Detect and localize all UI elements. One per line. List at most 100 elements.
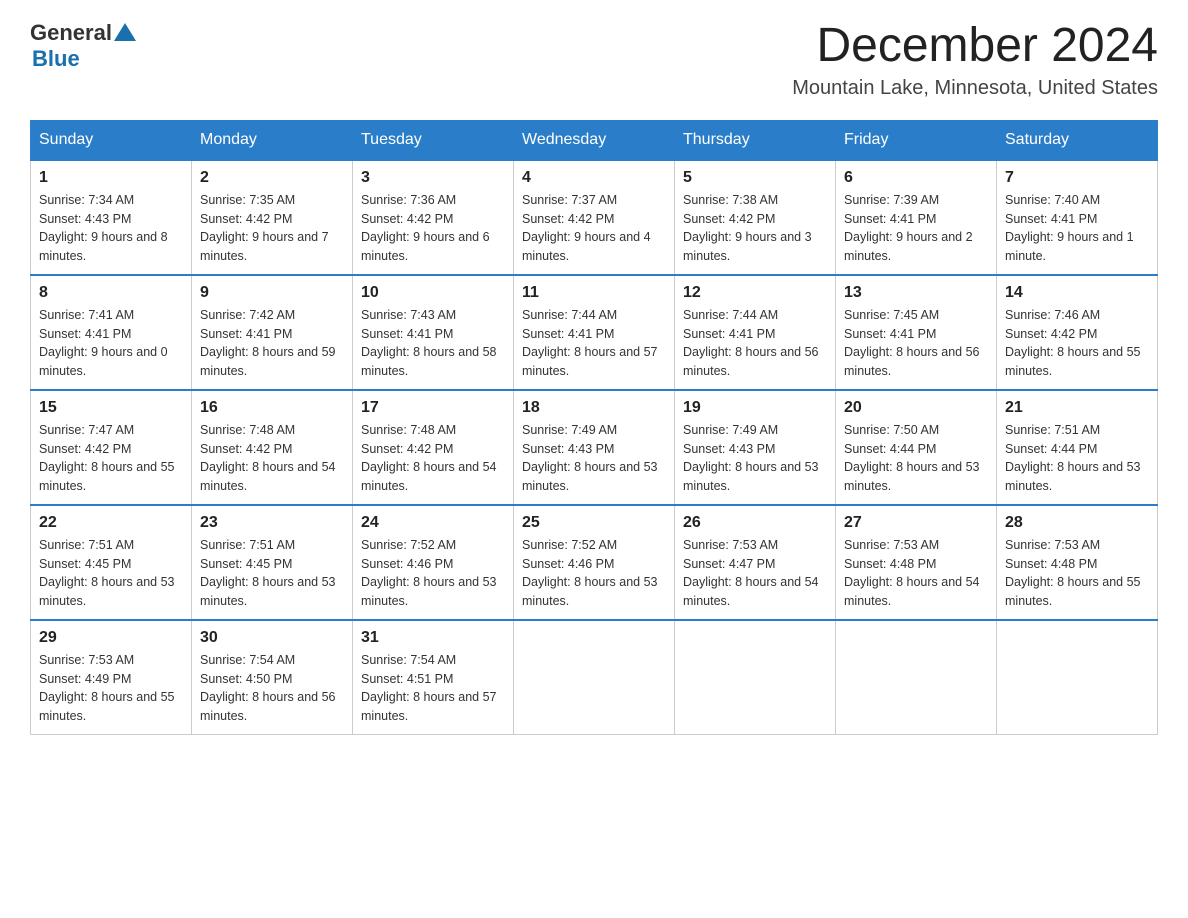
- calendar-week-row: 1 Sunrise: 7:34 AMSunset: 4:43 PMDayligh…: [31, 160, 1158, 275]
- day-info: Sunrise: 7:35 AMSunset: 4:42 PMDaylight:…: [200, 191, 344, 266]
- day-number: 23: [200, 514, 344, 532]
- calendar-table: SundayMondayTuesdayWednesdayThursdayFrid…: [30, 120, 1158, 735]
- day-number: 28: [1005, 514, 1149, 532]
- day-info: Sunrise: 7:52 AMSunset: 4:46 PMDaylight:…: [361, 536, 505, 611]
- calendar-cell: [514, 620, 675, 735]
- day-header-tuesday: Tuesday: [353, 120, 514, 160]
- day-info: Sunrise: 7:39 AMSunset: 4:41 PMDaylight:…: [844, 191, 988, 266]
- day-number: 29: [39, 629, 183, 647]
- day-header-friday: Friday: [836, 120, 997, 160]
- day-info: Sunrise: 7:42 AMSunset: 4:41 PMDaylight:…: [200, 306, 344, 381]
- calendar-cell: 16 Sunrise: 7:48 AMSunset: 4:42 PMDaylig…: [192, 390, 353, 505]
- calendar-cell: 10 Sunrise: 7:43 AMSunset: 4:41 PMDaylig…: [353, 275, 514, 390]
- calendar-cell: 4 Sunrise: 7:37 AMSunset: 4:42 PMDayligh…: [514, 160, 675, 275]
- calendar-cell: 12 Sunrise: 7:44 AMSunset: 4:41 PMDaylig…: [675, 275, 836, 390]
- calendar-cell: 28 Sunrise: 7:53 AMSunset: 4:48 PMDaylig…: [997, 505, 1158, 620]
- day-number: 4: [522, 169, 666, 187]
- day-info: Sunrise: 7:54 AMSunset: 4:51 PMDaylight:…: [361, 651, 505, 726]
- day-header-saturday: Saturday: [997, 120, 1158, 160]
- day-info: Sunrise: 7:51 AMSunset: 4:44 PMDaylight:…: [1005, 421, 1149, 496]
- calendar-cell: 24 Sunrise: 7:52 AMSunset: 4:46 PMDaylig…: [353, 505, 514, 620]
- logo-triangle-icon: [114, 21, 136, 43]
- calendar-cell: 8 Sunrise: 7:41 AMSunset: 4:41 PMDayligh…: [31, 275, 192, 390]
- day-info: Sunrise: 7:54 AMSunset: 4:50 PMDaylight:…: [200, 651, 344, 726]
- day-number: 2: [200, 169, 344, 187]
- calendar-cell: 20 Sunrise: 7:50 AMSunset: 4:44 PMDaylig…: [836, 390, 997, 505]
- calendar-cell: [836, 620, 997, 735]
- day-info: Sunrise: 7:40 AMSunset: 4:41 PMDaylight:…: [1005, 191, 1149, 266]
- day-info: Sunrise: 7:49 AMSunset: 4:43 PMDaylight:…: [683, 421, 827, 496]
- calendar-cell: 3 Sunrise: 7:36 AMSunset: 4:42 PMDayligh…: [353, 160, 514, 275]
- day-info: Sunrise: 7:49 AMSunset: 4:43 PMDaylight:…: [522, 421, 666, 496]
- title-section: December 2024 Mountain Lake, Minnesota, …: [792, 20, 1158, 100]
- day-info: Sunrise: 7:43 AMSunset: 4:41 PMDaylight:…: [361, 306, 505, 381]
- day-info: Sunrise: 7:50 AMSunset: 4:44 PMDaylight:…: [844, 421, 988, 496]
- calendar-week-row: 29 Sunrise: 7:53 AMSunset: 4:49 PMDaylig…: [31, 620, 1158, 735]
- page-header: General Blue December 2024 Mountain Lake…: [30, 20, 1158, 100]
- calendar-cell: 21 Sunrise: 7:51 AMSunset: 4:44 PMDaylig…: [997, 390, 1158, 505]
- day-info: Sunrise: 7:46 AMSunset: 4:42 PMDaylight:…: [1005, 306, 1149, 381]
- day-info: Sunrise: 7:51 AMSunset: 4:45 PMDaylight:…: [200, 536, 344, 611]
- calendar-cell: 2 Sunrise: 7:35 AMSunset: 4:42 PMDayligh…: [192, 160, 353, 275]
- day-number: 19: [683, 399, 827, 417]
- calendar-cell: [675, 620, 836, 735]
- day-number: 7: [1005, 169, 1149, 187]
- calendar-cell: 1 Sunrise: 7:34 AMSunset: 4:43 PMDayligh…: [31, 160, 192, 275]
- day-number: 18: [522, 399, 666, 417]
- day-number: 26: [683, 514, 827, 532]
- calendar-cell: 26 Sunrise: 7:53 AMSunset: 4:47 PMDaylig…: [675, 505, 836, 620]
- day-info: Sunrise: 7:48 AMSunset: 4:42 PMDaylight:…: [361, 421, 505, 496]
- day-number: 9: [200, 284, 344, 302]
- day-info: Sunrise: 7:36 AMSunset: 4:42 PMDaylight:…: [361, 191, 505, 266]
- logo-general: General: [30, 20, 112, 46]
- day-info: Sunrise: 7:38 AMSunset: 4:42 PMDaylight:…: [683, 191, 827, 266]
- day-header-sunday: Sunday: [31, 120, 192, 160]
- calendar-cell: 11 Sunrise: 7:44 AMSunset: 4:41 PMDaylig…: [514, 275, 675, 390]
- logo-blue: Blue: [32, 46, 136, 72]
- day-info: Sunrise: 7:51 AMSunset: 4:45 PMDaylight:…: [39, 536, 183, 611]
- calendar-cell: 27 Sunrise: 7:53 AMSunset: 4:48 PMDaylig…: [836, 505, 997, 620]
- calendar-cell: 18 Sunrise: 7:49 AMSunset: 4:43 PMDaylig…: [514, 390, 675, 505]
- day-number: 25: [522, 514, 666, 532]
- day-info: Sunrise: 7:53 AMSunset: 4:48 PMDaylight:…: [1005, 536, 1149, 611]
- calendar-cell: [997, 620, 1158, 735]
- day-info: Sunrise: 7:47 AMSunset: 4:42 PMDaylight:…: [39, 421, 183, 496]
- calendar-cell: 13 Sunrise: 7:45 AMSunset: 4:41 PMDaylig…: [836, 275, 997, 390]
- calendar-week-row: 15 Sunrise: 7:47 AMSunset: 4:42 PMDaylig…: [31, 390, 1158, 505]
- day-header-monday: Monday: [192, 120, 353, 160]
- day-number: 20: [844, 399, 988, 417]
- calendar-cell: 5 Sunrise: 7:38 AMSunset: 4:42 PMDayligh…: [675, 160, 836, 275]
- day-number: 12: [683, 284, 827, 302]
- day-number: 27: [844, 514, 988, 532]
- calendar-cell: 7 Sunrise: 7:40 AMSunset: 4:41 PMDayligh…: [997, 160, 1158, 275]
- calendar-cell: 17 Sunrise: 7:48 AMSunset: 4:42 PMDaylig…: [353, 390, 514, 505]
- day-number: 13: [844, 284, 988, 302]
- day-info: Sunrise: 7:41 AMSunset: 4:41 PMDaylight:…: [39, 306, 183, 381]
- calendar-cell: 14 Sunrise: 7:46 AMSunset: 4:42 PMDaylig…: [997, 275, 1158, 390]
- day-header-thursday: Thursday: [675, 120, 836, 160]
- day-number: 1: [39, 169, 183, 187]
- day-info: Sunrise: 7:45 AMSunset: 4:41 PMDaylight:…: [844, 306, 988, 381]
- calendar-week-row: 8 Sunrise: 7:41 AMSunset: 4:41 PMDayligh…: [31, 275, 1158, 390]
- calendar-cell: 9 Sunrise: 7:42 AMSunset: 4:41 PMDayligh…: [192, 275, 353, 390]
- day-number: 31: [361, 629, 505, 647]
- calendar-week-row: 22 Sunrise: 7:51 AMSunset: 4:45 PMDaylig…: [31, 505, 1158, 620]
- calendar-cell: 29 Sunrise: 7:53 AMSunset: 4:49 PMDaylig…: [31, 620, 192, 735]
- day-info: Sunrise: 7:44 AMSunset: 4:41 PMDaylight:…: [683, 306, 827, 381]
- day-info: Sunrise: 7:37 AMSunset: 4:42 PMDaylight:…: [522, 191, 666, 266]
- day-number: 15: [39, 399, 183, 417]
- calendar-cell: 23 Sunrise: 7:51 AMSunset: 4:45 PMDaylig…: [192, 505, 353, 620]
- calendar-cell: 15 Sunrise: 7:47 AMSunset: 4:42 PMDaylig…: [31, 390, 192, 505]
- day-number: 8: [39, 284, 183, 302]
- day-info: Sunrise: 7:48 AMSunset: 4:42 PMDaylight:…: [200, 421, 344, 496]
- day-number: 22: [39, 514, 183, 532]
- day-info: Sunrise: 7:34 AMSunset: 4:43 PMDaylight:…: [39, 191, 183, 266]
- day-info: Sunrise: 7:53 AMSunset: 4:48 PMDaylight:…: [844, 536, 988, 611]
- logo: General Blue: [30, 20, 136, 72]
- calendar-header-row: SundayMondayTuesdayWednesdayThursdayFrid…: [31, 120, 1158, 160]
- day-number: 16: [200, 399, 344, 417]
- day-info: Sunrise: 7:44 AMSunset: 4:41 PMDaylight:…: [522, 306, 666, 381]
- day-number: 24: [361, 514, 505, 532]
- day-number: 3: [361, 169, 505, 187]
- month-title: December 2024: [792, 20, 1158, 73]
